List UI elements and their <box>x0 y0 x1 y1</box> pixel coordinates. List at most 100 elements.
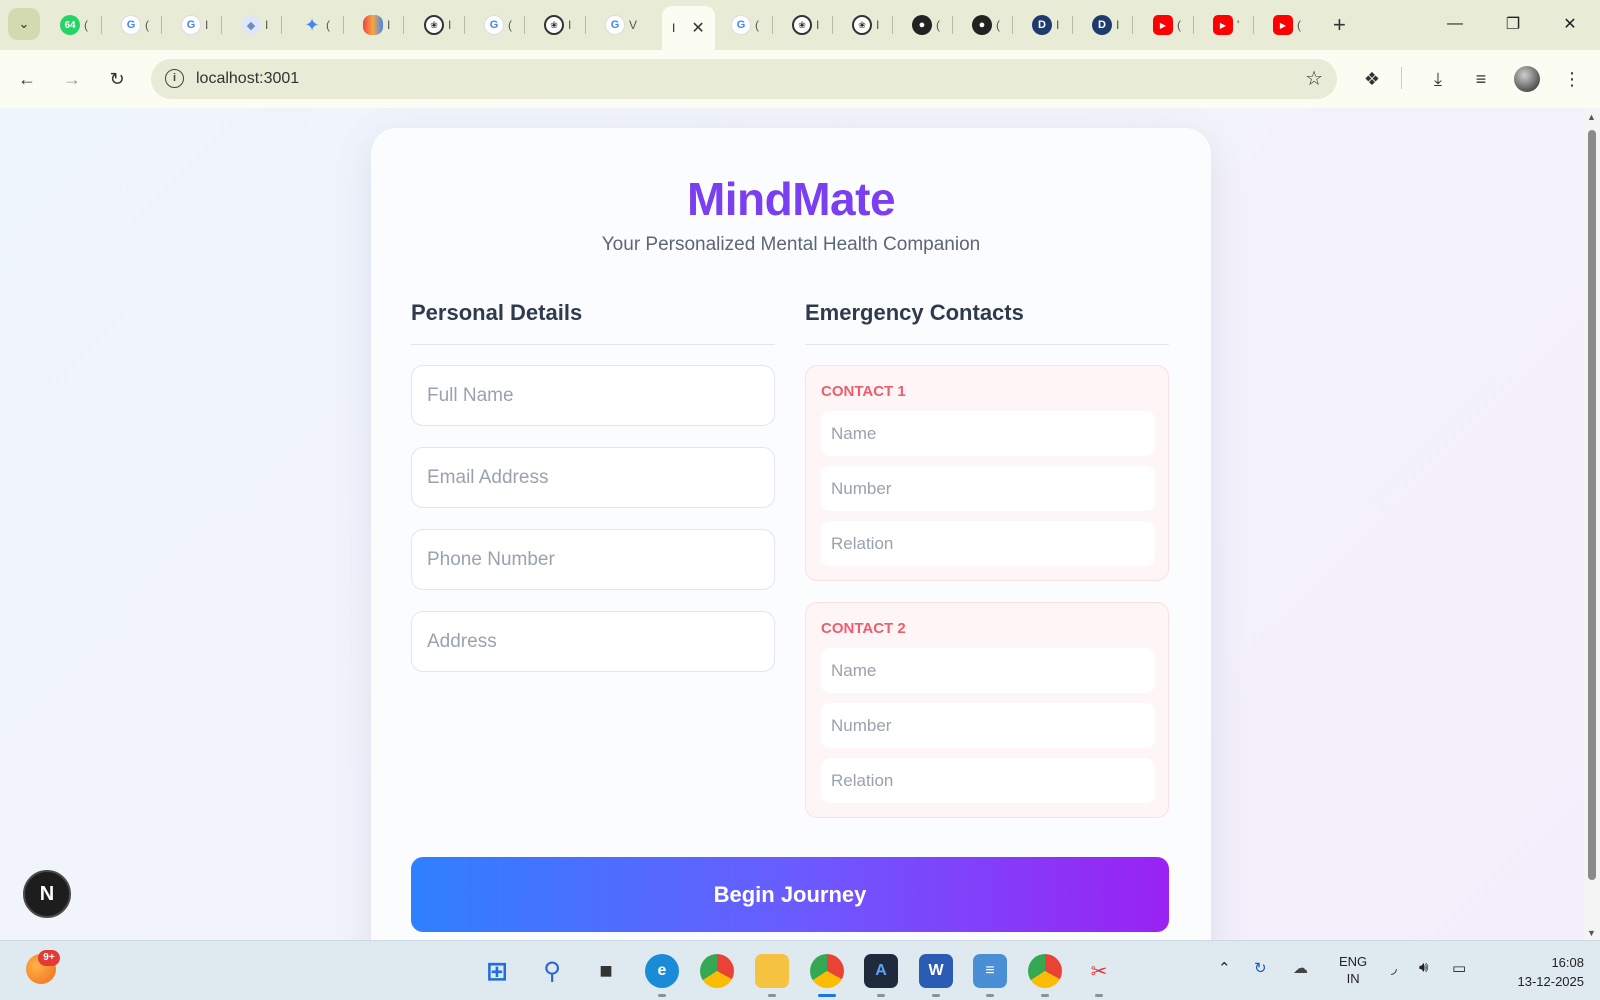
tab-d[interactable]: D I <box>1026 10 1059 40</box>
contact-1-number-input[interactable] <box>821 466 1155 511</box>
tab-youtube[interactable]: ▶ ( <box>1267 10 1301 40</box>
browser-menu-button[interactable]: ⋮ <box>1556 63 1588 95</box>
widget-badge: 9+ <box>38 950 60 966</box>
cloud-error-icon[interactable]: ☁ <box>1293 959 1308 977</box>
nextjs-dev-badge[interactable]: N <box>23 870 71 918</box>
tab-github[interactable]: ● ( <box>966 10 1000 40</box>
notepad-icon[interactable]: ≡ <box>973 954 1007 997</box>
minimize-button[interactable]: — <box>1432 8 1478 40</box>
clock-time: 16:08 <box>1551 955 1584 970</box>
scroll-down-icon[interactable]: ▼ <box>1587 928 1596 938</box>
task-view-icon[interactable]: ■ <box>589 954 623 988</box>
tab-google[interactable]: G I <box>175 10 208 40</box>
tab-chatgpt[interactable]: ❀ I <box>786 10 819 40</box>
cloud-icon <box>363 15 383 35</box>
google-icon: G <box>181 15 201 35</box>
media-control-button[interactable]: ≡ <box>1465 63 1497 95</box>
volume-icon[interactable]: 🔊︎ <box>1419 959 1428 976</box>
close-tab-icon[interactable]: ✕ <box>691 18 704 38</box>
tab-google[interactable]: G ( <box>478 10 512 40</box>
language-indicator[interactable]: ENG IN <box>1339 953 1367 987</box>
address-input[interactable] <box>411 611 775 672</box>
tab-separator <box>281 16 282 34</box>
reload-button[interactable]: ↻ <box>101 63 133 95</box>
address-bar-url[interactable]: localhost:3001 <box>196 70 299 88</box>
tab-google[interactable]: G ( <box>725 10 759 40</box>
tab-gemini[interactable]: ✦ ( <box>296 10 330 40</box>
tab-cloud[interactable]: I <box>357 10 390 40</box>
tab-whatsapp[interactable]: 64 ( <box>54 10 88 40</box>
tab-separator <box>892 16 893 34</box>
emergency-contact-1: CONTACT 1 <box>805 365 1169 581</box>
google-icon: G <box>731 15 751 35</box>
tab-youtube[interactable]: ▶ ( <box>1147 10 1181 40</box>
code-editor-icon[interactable]: A <box>864 954 898 997</box>
wifi-icon[interactable]: ◞ <box>1391 959 1397 977</box>
forward-arrow-icon: → <box>63 68 81 89</box>
chrome-profile-icon[interactable] <box>1028 954 1062 997</box>
contact-2-name-input[interactable] <box>821 648 1155 693</box>
chrome-icon[interactable] <box>700 954 734 988</box>
contact-1-name-input[interactable] <box>821 411 1155 456</box>
profile-avatar[interactable] <box>1514 66 1540 92</box>
phone-input[interactable] <box>411 529 775 590</box>
downloads-button[interactable]: ⤓ <box>1422 63 1454 95</box>
tab-active-mindmate[interactable]: I ✕ <box>662 6 715 50</box>
scroll-up-icon[interactable]: ▲ <box>1587 112 1596 122</box>
back-arrow-icon: ← <box>18 68 36 89</box>
full-name-input[interactable] <box>411 365 775 426</box>
system-clock[interactable]: 16:08 13-12-2025 <box>1494 953 1585 991</box>
tab-google[interactable]: G ( <box>115 10 149 40</box>
tab-google[interactable]: G V <box>599 10 637 40</box>
tab-youtube[interactable]: ▶ ' <box>1207 10 1239 40</box>
contact-2-relation-input[interactable] <box>821 758 1155 803</box>
tab-shield[interactable]: ◆ I <box>235 10 268 40</box>
page-scrollbar[interactable]: ▲ ▼ <box>1584 108 1600 940</box>
tab-title: I <box>448 18 452 32</box>
tab-chatgpt[interactable]: ❀ I <box>846 10 879 40</box>
tab-chatgpt[interactable]: ❀ I <box>418 10 451 40</box>
address-bar[interactable]: i localhost:3001 ☆ <box>151 59 1337 99</box>
emergency-contacts-divider <box>805 344 1169 345</box>
tab-separator <box>403 16 404 34</box>
chrome-active-icon[interactable] <box>810 954 844 997</box>
tab-title: I <box>1116 18 1120 32</box>
contact-1-relation-input[interactable] <box>821 521 1155 566</box>
tab-separator <box>221 16 222 34</box>
extensions-button[interactable]: ❖ <box>1356 63 1388 95</box>
tab-separator <box>464 16 465 34</box>
chevron-down-icon: ⌄ <box>18 16 30 31</box>
windows-start-icon[interactable]: ⊞ <box>480 954 514 988</box>
new-tab-button[interactable]: + <box>1333 12 1346 38</box>
begin-journey-button[interactable]: Begin Journey <box>411 857 1169 932</box>
tab-title: ( <box>326 18 330 32</box>
show-hidden-icons-icon[interactable]: ⌃ <box>1218 959 1231 977</box>
snipping-tool-icon[interactable]: ✂ <box>1082 954 1116 997</box>
search-icon[interactable]: ⚲ <box>535 954 569 988</box>
chatgpt-icon: ❀ <box>544 15 564 35</box>
edge-icon[interactable]: e <box>645 954 679 997</box>
tab-search-button[interactable]: ⌄ <box>8 8 40 40</box>
youtube-icon: ▶ <box>1213 15 1233 35</box>
close-window-button[interactable]: ✕ <box>1547 8 1593 40</box>
tab-github[interactable]: ● ( <box>906 10 940 40</box>
battery-icon[interactable]: ▭ <box>1452 959 1466 977</box>
restore-button[interactable]: ❐ <box>1490 8 1536 40</box>
tab-chatgpt[interactable]: ❀ I <box>538 10 571 40</box>
back-button[interactable]: ← <box>11 63 43 95</box>
word-icon[interactable]: W <box>919 954 953 997</box>
toolbar-divider <box>1401 67 1402 89</box>
tab-d[interactable]: D I <box>1086 10 1119 40</box>
sync-icon[interactable]: ↻ <box>1254 959 1267 977</box>
tab-separator <box>1253 16 1254 34</box>
site-info-icon[interactable]: i <box>165 69 184 88</box>
tab-title: ( <box>755 18 759 32</box>
bookmark-star-icon[interactable]: ☆ <box>1305 66 1323 91</box>
forward-button[interactable]: → <box>56 63 88 95</box>
contact-2-number-input[interactable] <box>821 703 1155 748</box>
email-input[interactable] <box>411 447 775 508</box>
app-tagline: Your Personalized Mental Health Companio… <box>601 234 981 255</box>
youtube-icon: ▶ <box>1153 15 1173 35</box>
scrollbar-thumb[interactable] <box>1588 130 1596 880</box>
file-explorer-icon[interactable] <box>755 954 789 997</box>
